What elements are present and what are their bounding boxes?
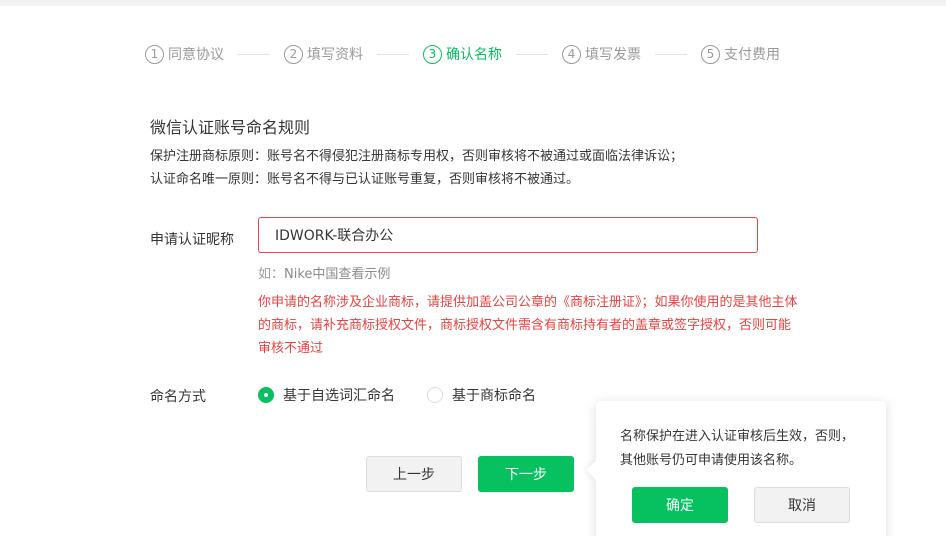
step-4: 4 填写发票 <box>562 44 641 64</box>
step-2: 2 填写资料 <box>284 44 363 64</box>
step-1-label: 同意协议 <box>168 47 224 63</box>
step-3-label: 确认名称 <box>446 47 502 63</box>
rule-unique: 认证命名唯一原则：账号名不得与已认证账号重复，否则审核将不被通过。 <box>150 172 580 187</box>
radio-checked-icon <box>258 387 274 403</box>
popover-confirm-button[interactable]: 确定 <box>632 487 728 523</box>
nickname-label: 申请认证昵称 <box>150 232 234 248</box>
step-4-label: 填写发票 <box>585 47 641 63</box>
step-5-number: 5 <box>701 44 720 64</box>
step-separator <box>655 53 687 55</box>
step-2-number: 2 <box>284 44 303 64</box>
name-protection-popover: 名称保护在进入认证审核后生效，否则，其他账号仍可申请使用该名称。 确定 取消 <box>586 401 886 536</box>
step-progress: 1 同意协议 2 填写资料 3 确认名称 4 填写发票 5 支付费用 <box>145 43 780 65</box>
step-1-number: 1 <box>145 44 164 64</box>
step-3: 3 确认名称 <box>423 44 502 64</box>
next-step-button[interactable]: 下一步 <box>478 456 574 492</box>
step-5: 5 支付费用 <box>701 44 780 64</box>
step-4-number: 4 <box>562 44 581 64</box>
top-band <box>0 0 946 6</box>
previous-step-button[interactable]: 上一步 <box>366 456 462 492</box>
step-1: 1 同意协议 <box>145 44 224 64</box>
popover-arrow <box>586 460 606 480</box>
rules-title: 微信认证账号命名规则 <box>150 118 311 137</box>
step-3-number: 3 <box>423 44 442 64</box>
rule-trademark: 保护注册商标原则：账号名不得侵犯注册商标专用权，否则审核将不被通过或面临法律诉讼… <box>150 149 684 164</box>
step-5-label: 支付费用 <box>724 47 780 63</box>
step-separator <box>516 53 548 55</box>
naming-method-label: 命名方式 <box>150 389 206 405</box>
example-link[interactable]: Nike中国查看示例 <box>284 267 390 282</box>
radio-trademark-label: 基于商标命名 <box>452 388 536 404</box>
radio-unchecked-icon <box>427 387 443 403</box>
step-2-label: 填写资料 <box>307 47 363 63</box>
radio-custom-words[interactable]: 基于自选词汇命名 <box>258 385 395 405</box>
popover-cancel-button[interactable]: 取消 <box>754 487 850 523</box>
naming-method-radio-group: 基于自选词汇命名 基于商标命名 <box>258 385 568 405</box>
step-separator <box>238 53 270 55</box>
radio-custom-words-label: 基于自选词汇命名 <box>283 388 395 404</box>
hint-prefix: 如： <box>258 267 285 282</box>
step-separator <box>377 53 409 55</box>
trademark-warning: 你申请的名称涉及企业商标，请提供加盖公司公章的《商标注册证》；如果你使用的是其他… <box>258 295 798 356</box>
nickname-input[interactable] <box>258 217 758 253</box>
nickname-hint: 如：Nike中国查看示例 <box>258 263 390 282</box>
radio-trademark[interactable]: 基于商标命名 <box>427 385 536 405</box>
popover-message: 名称保护在进入认证审核后生效，否则，其他账号仍可申请使用该名称。 <box>620 429 855 468</box>
